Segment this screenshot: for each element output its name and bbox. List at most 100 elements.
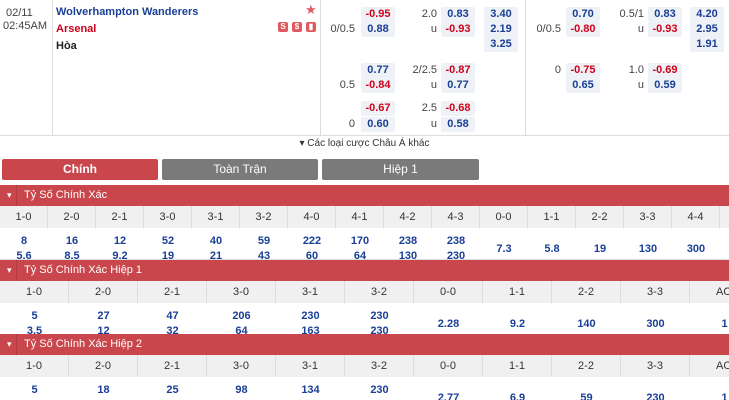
score-header-row: 1-0 2-0 2-1 3-0 3-1 3-2 4-0 4-1 4-2 4-3 0-0 1-1 2-2 3… (0, 206, 729, 228)
score-odds-home[interactable]: 19 (576, 243, 624, 256)
score-odds-home[interactable]: 2.28 (414, 318, 483, 331)
score-odds-home[interactable]: 27 (69, 310, 138, 323)
score-odds-home[interactable]: 206 (207, 310, 276, 323)
odds-page: 02/11 02:45AM Wolverhampton Wanderers Ar… (0, 0, 729, 400)
score-odds-home[interactable]: 5 (0, 310, 69, 323)
chevron-down-icon: ▾ (7, 190, 12, 200)
odds-cell[interactable]: -0.67 (361, 101, 395, 116)
odds-cell[interactable]: -0.75 (566, 63, 600, 78)
odds-cell[interactable]: 0.58 (441, 117, 475, 132)
score-odds-home[interactable]: 300 (672, 243, 720, 256)
home-team[interactable]: Wolverhampton Wanderers (56, 6, 198, 19)
1x2-away-odds[interactable]: 2.95 (690, 22, 724, 37)
tab-first-half[interactable]: Hiệp 1 (322, 159, 479, 180)
score-odds-home[interactable]: 5.8 (528, 243, 576, 256)
score-odds-home[interactable]: 9.2 (483, 318, 552, 331)
tab-full-match[interactable]: Toàn Trận (162, 159, 318, 180)
score-header: 2-1 (138, 355, 207, 377)
section-header[interactable]: ▾ Tỷ Số Chính Xác Hiệp 2 (0, 334, 729, 355)
away-team[interactable]: Arsenal (56, 23, 96, 36)
score-odds-home[interactable]: 12 (96, 235, 144, 248)
score-odds-home[interactable]: 25 (138, 384, 207, 397)
1x2-away-odds[interactable]: 2.19 (484, 22, 518, 37)
score-odds-home[interactable]: 8 (0, 235, 48, 248)
odds-cell[interactable]: 0.83 (441, 7, 475, 22)
score-header: 3-0 (144, 206, 192, 228)
score-header: 4-3 (432, 206, 480, 228)
odds-cell[interactable]: 0.59 (648, 78, 682, 93)
score-odds-home[interactable]: 59 (552, 392, 621, 400)
score-odds-home[interactable]: 238 (384, 235, 432, 248)
odds-cell[interactable]: 0.88 (361, 22, 395, 37)
score-odds-home[interactable]: 134 (276, 384, 345, 397)
section-title: Tỷ Số Chính Xác (24, 189, 108, 201)
dollar-icon[interactable]: $ (292, 22, 302, 32)
score-odds-home[interactable]: 300 (621, 318, 690, 331)
under-label: u (430, 118, 437, 130)
section-header[interactable]: ▾ Tỷ Số Chính Xác Hiệp 1 (0, 260, 729, 281)
odds-cell[interactable]: -0.80 (566, 22, 600, 37)
score-header: 1-0 (0, 355, 69, 377)
score-odds-home[interactable]: 7.3 (480, 243, 528, 256)
chart-icon[interactable]: ▮ (306, 22, 316, 32)
score-odds-home[interactable]: 47 (138, 310, 207, 323)
score-header: 4-1 (336, 206, 384, 228)
score-odds-home[interactable]: 1 (690, 318, 729, 331)
score-odds-home[interactable]: 1 (690, 392, 729, 400)
score-odds-home[interactable]: 40 (192, 235, 240, 248)
score-header: 3-2 (240, 206, 288, 228)
s-icon[interactable]: S (278, 22, 288, 32)
more-asian-odds-link[interactable]: ▾ Các loại cược Châu Á khác (0, 137, 729, 150)
odds-cell[interactable]: -0.69 (648, 63, 682, 78)
score-header: 3-3 (621, 281, 690, 303)
score-odds-home[interactable]: 230 (345, 310, 414, 323)
odds-cell[interactable]: 0.83 (648, 7, 682, 22)
odds-cell[interactable]: -0.84 (361, 78, 395, 93)
odds-cell[interactable]: 0.70 (566, 7, 600, 22)
under-label: u (637, 23, 644, 35)
score-odds-home[interactable]: 5 (0, 384, 69, 397)
score-odds-home[interactable]: 170 (336, 235, 384, 248)
odds-cell[interactable]: -0.93 (648, 22, 682, 37)
score-odds-home[interactable]: 230 (621, 392, 690, 400)
score-odds-home[interactable]: 18 (69, 384, 138, 397)
score-odds-home[interactable]: 98 (207, 384, 276, 397)
odds-cell[interactable]: -0.93 (441, 22, 475, 37)
handicap-label: 0 (554, 64, 561, 76)
score-odds-home[interactable]: 238 (432, 235, 480, 248)
score-odds-home[interactable]: 222 (288, 235, 336, 248)
section-title: Tỷ Số Chính Xác Hiệp 2 (24, 338, 143, 350)
section-header[interactable]: ▾ Tỷ Số Chính Xác (0, 185, 729, 206)
tab-main[interactable]: Chính (2, 159, 158, 180)
total-line-label: 2.0 (421, 8, 437, 20)
odds-cell[interactable]: 0.65 (566, 78, 600, 93)
odds-cell[interactable]: -0.68 (441, 101, 475, 116)
score-odds-home[interactable]: 52 (144, 235, 192, 248)
score-odds-home[interactable]: 2.77 (414, 392, 483, 400)
score-odds-home[interactable]: 230 (276, 310, 345, 323)
odds-cell[interactable]: 0.77 (441, 78, 475, 93)
odds-cell[interactable]: -0.95 (361, 7, 395, 22)
score-odds-home[interactable]: 140 (552, 318, 621, 331)
odds-cell[interactable]: 0.77 (361, 63, 395, 78)
1x2-draw-odds[interactable]: 3.25 (484, 37, 518, 52)
odds-cell[interactable]: 0.60 (361, 117, 395, 132)
score-header: 2-2 (552, 281, 621, 303)
divider (16, 334, 17, 355)
score-odds-home[interactable]: 230 (345, 384, 414, 397)
score-header: 0-0 (414, 355, 483, 377)
1x2-draw-odds[interactable]: 1.91 (690, 37, 724, 52)
odds-cell[interactable]: -0.87 (441, 63, 475, 78)
handicap-label: 0 (348, 118, 355, 130)
1x2-home-odds[interactable]: 4.20 (690, 7, 724, 22)
star-icon[interactable]: ★ (305, 3, 317, 16)
score-odds-home[interactable]: 6.9 (483, 392, 552, 400)
1x2-home-odds[interactable]: 3.40 (484, 7, 518, 22)
score-odds-home[interactable]: 16 (48, 235, 96, 248)
score-odds-home[interactable]: 130 (624, 243, 672, 256)
score-header: 0-0 (414, 281, 483, 303)
score-header: 3-3 (624, 206, 672, 228)
score-header: 1-1 (483, 355, 552, 377)
score-header: 1-1 (528, 206, 576, 228)
score-odds-home[interactable]: 59 (240, 235, 288, 248)
